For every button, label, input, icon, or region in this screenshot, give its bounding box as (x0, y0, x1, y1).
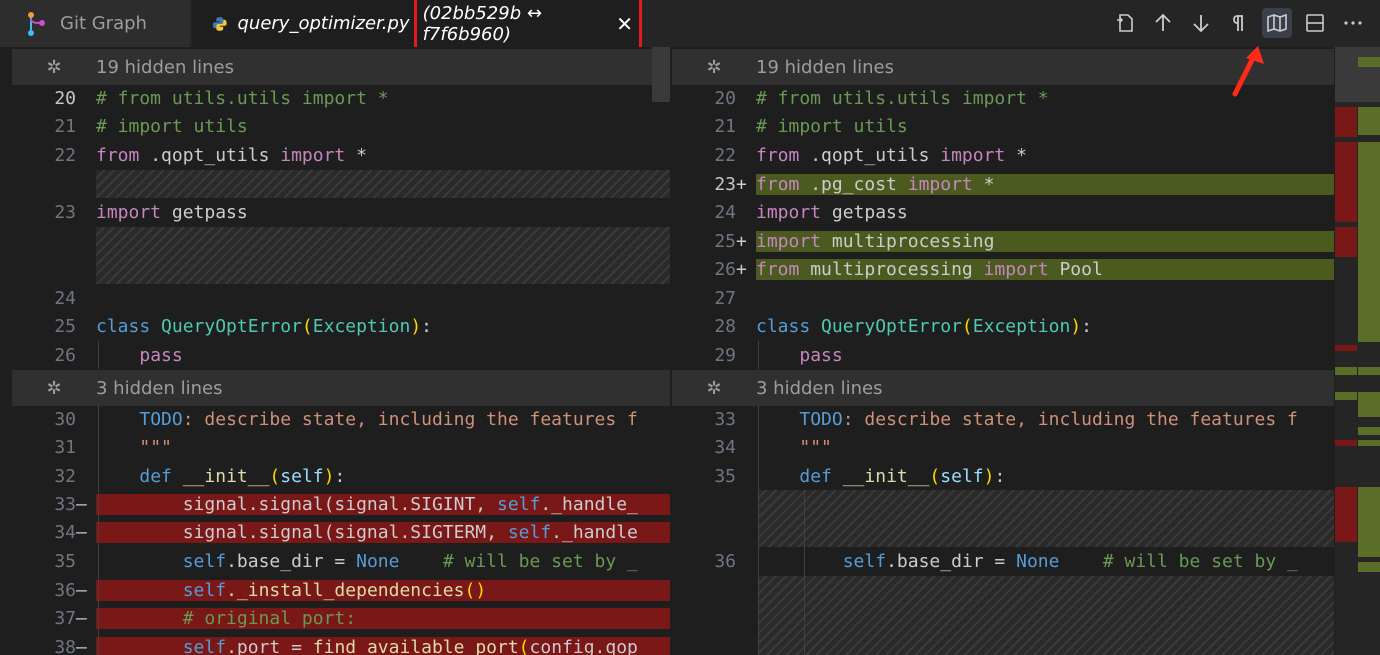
line-number: 31 (54, 436, 76, 458)
code-line: 25 class QueryOptError(Exception): (12, 312, 670, 341)
diff-filler (96, 227, 670, 284)
unfold-icon[interactable]: ✲ (672, 378, 756, 399)
line-number: 24 (714, 201, 736, 223)
line-number: 23 (54, 201, 76, 223)
inserted-line: 25 + import multiprocessing (672, 227, 1334, 256)
line-number: 21 (714, 116, 736, 138)
unfold-icon[interactable]: ✲ (12, 378, 96, 399)
code-line: 35 def __init__(self): (672, 462, 1334, 491)
code-line: 23 import getpass (12, 198, 670, 227)
deleted-line: 33— signal.signal(signal.SIGINT, self._h… (12, 490, 670, 519)
line-number: 30 (54, 408, 76, 430)
deleted-line: 38— self.port = find_available_port(conf… (12, 633, 670, 655)
hidden-lines-label: 3 hidden lines (96, 377, 223, 399)
deleted-line: 37— # original port: (12, 605, 670, 634)
inserted-line: 23 + from .pg_cost import * (672, 170, 1334, 199)
previous-change-icon[interactable] (1148, 8, 1178, 38)
line-number: 28 (714, 315, 736, 337)
code-line: 26 pass (12, 341, 670, 370)
line-number: 38 (54, 636, 76, 655)
line-number: 26 (54, 344, 76, 366)
line-number: 22 (54, 144, 76, 166)
line-number: 29 (714, 344, 736, 366)
unfold-icon[interactable]: ✲ (12, 57, 96, 78)
line-number: 24 (54, 287, 76, 309)
tab-bar: Git Graph query_optimizer.py (02bb529b ↔… (0, 0, 1380, 52)
deleted-line: 36— self._install_dependencies() (12, 576, 670, 605)
diff-range-highlight: (02bb529b ↔ f7f6b960) ✕ (413, 0, 642, 52)
line-number: 33 (714, 408, 736, 430)
next-change-icon[interactable] (1186, 8, 1216, 38)
line-number: 25 (714, 230, 736, 252)
minimap-icon[interactable] (1262, 8, 1292, 38)
show-whitespace-icon[interactable] (1224, 8, 1254, 38)
code-line: 36 self.base_dir = None # will be set by… (672, 547, 1334, 576)
hidden-lines-label: 3 hidden lines (756, 377, 883, 399)
line-number: 21 (54, 116, 76, 138)
line-number: 36 (714, 550, 736, 572)
code-line: 22 from .qopt_utils import * (672, 141, 1334, 170)
line-number: 22 (714, 144, 736, 166)
line-number: 26 (714, 259, 736, 281)
more-actions-icon[interactable] (1338, 8, 1368, 38)
overview-ruler[interactable] (1335, 47, 1380, 655)
line-number: 34 (714, 436, 736, 458)
code-line: 31 """ (12, 433, 670, 462)
hidden-lines-label: 19 hidden lines (756, 56, 894, 78)
line-number: 25 (54, 315, 76, 337)
code-line: 29 pass (672, 341, 1334, 370)
line-number: 32 (54, 465, 76, 487)
code-line: 24 import getpass (672, 198, 1334, 227)
line-number: 27 (714, 287, 736, 309)
python-icon (212, 16, 227, 31)
line-number: 23 (714, 173, 736, 195)
deleted-line: 34— signal.signal(signal.SIGTERM, self._… (12, 519, 670, 548)
diff-range-label: (02bb529b ↔ f7f6b960) (422, 2, 542, 45)
code-line: 35 self.base_dir = None # will be set by… (12, 547, 670, 576)
editor-toolbar (1102, 8, 1368, 38)
tab-git-graph-label: Git Graph (60, 13, 147, 34)
tab-git-graph[interactable]: Git Graph (0, 0, 190, 47)
line-number: 37 (54, 608, 76, 630)
open-changes-icon[interactable] (1110, 8, 1140, 38)
code-line: 33 TODO: describe state, including the f… (672, 405, 1334, 434)
code-line: 34 """ (672, 433, 1334, 462)
code-line: 24 (12, 284, 670, 313)
tab-file-name: query_optimizer.py (237, 13, 410, 34)
code-line: 30 TODO: describe state, including the f… (12, 405, 670, 434)
unfold-icon[interactable]: ✲ (672, 57, 756, 78)
annotation-arrow-icon (1232, 46, 1264, 97)
git-graph-icon (28, 11, 45, 36)
code-line: 28 class QueryOptError(Exception): (672, 312, 1334, 341)
original-editor-pane[interactable]: ✲ 19 hidden lines 20 # from utils.utils … (12, 47, 670, 655)
line-number: 35 (54, 550, 76, 572)
original-scrollbar[interactable] (652, 47, 670, 102)
line-number: 20 (54, 87, 76, 109)
tab-diff-editor[interactable]: query_optimizer.py (02bb529b ↔ f7f6b960)… (192, 0, 642, 52)
line-number: 33 (54, 493, 76, 515)
diff-filler (96, 170, 670, 198)
diff-filler (758, 576, 1334, 655)
code-line: 22 from .qopt_utils import * (12, 141, 670, 170)
diff-filler (758, 490, 1334, 547)
split-editor-icon[interactable] (1300, 8, 1330, 38)
line-number: 34 (54, 522, 76, 544)
line-number: 36 (54, 579, 76, 601)
hidden-lines-label: 19 hidden lines (96, 56, 234, 78)
modified-editor-pane[interactable]: ✲ 19 hidden lines 20 # from utils.utils … (672, 47, 1334, 655)
inserted-line: 26 + from multiprocessing import Pool (672, 256, 1334, 285)
hidden-lines-bar[interactable]: ✲ 3 hidden lines (12, 370, 670, 406)
line-number: 35 (714, 465, 736, 487)
hidden-lines-bar[interactable]: ✲ 19 hidden lines (12, 49, 670, 85)
hidden-lines-bar[interactable]: ✲ 3 hidden lines (672, 370, 1334, 406)
code-line: 21 # import utils (672, 113, 1334, 142)
code-line: 21 # import utils (12, 113, 670, 142)
code-line: 32 def __init__(self): (12, 462, 670, 491)
code-line: 20 # from utils.utils import * (12, 84, 670, 113)
line-number: 20 (714, 87, 736, 109)
code-line: 27 (672, 284, 1334, 313)
close-icon[interactable]: ✕ (616, 12, 633, 36)
